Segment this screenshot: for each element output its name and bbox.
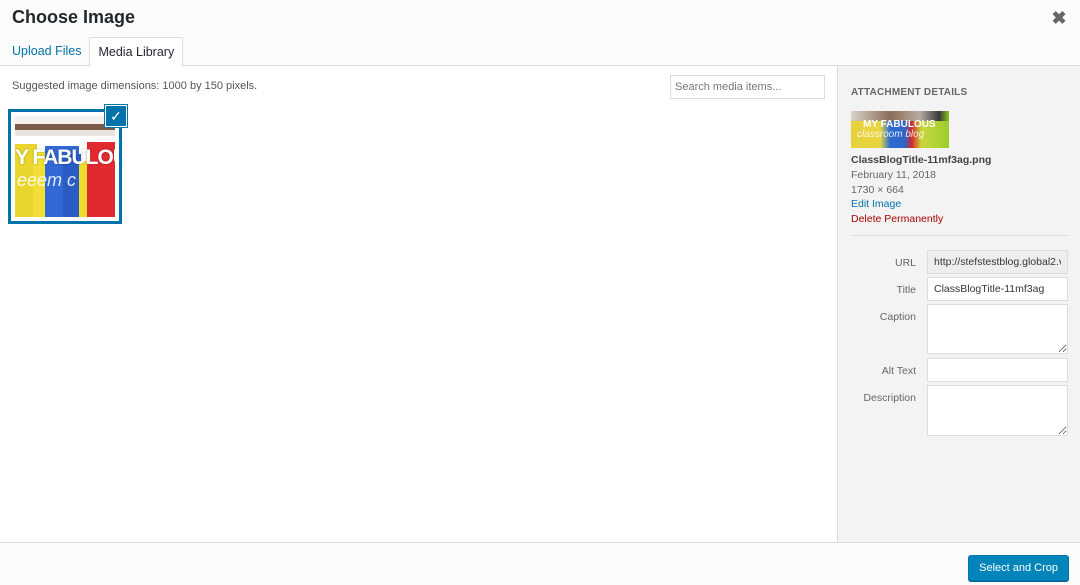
attachment-dimensions: 1730 × 664 [851,184,904,196]
thumbnail-subtext: eeem c [17,170,77,190]
attachment-thumbnail: MY FABULOUS classroom blog [851,111,949,148]
description-field[interactable] [927,385,1068,436]
search-media-input[interactable] [670,75,825,99]
attachment-details-sidebar: Attachment Details MY FABULOUS classroom… [838,66,1080,542]
alt-text-label: Alt Text [881,365,916,377]
attachment-details-heading: Attachment Details [851,87,968,98]
edit-image-link[interactable]: Edit Image [851,198,901,210]
url-label: URL [894,257,916,269]
divider [851,235,1068,236]
select-and-crop-button[interactable]: Select and Crop [968,555,1069,581]
tab-upload-files[interactable]: Upload Files [4,37,89,67]
modal-toolbar: Select and Crop [0,542,1080,585]
delete-permanently-link[interactable]: Delete Permanently [851,213,943,225]
modal-header: Choose Image ✖ Upload Files Media Librar… [0,0,1080,67]
caption-field[interactable] [927,304,1068,354]
caption-label: Caption [879,311,916,323]
checkmark-icon[interactable]: ✓ [105,105,127,127]
alt-text-field[interactable] [927,358,1068,382]
modal-tabs: Upload Files Media Library [4,37,184,67]
media-item[interactable]: Y FABULOU eeem c ✓ [8,105,127,224]
media-item-thumbnail: Y FABULOU eeem c [15,116,115,217]
choose-image-modal: Choose Image ✖ Upload Files Media Librar… [0,0,1080,585]
attachment-date: February 11, 2018 [851,169,937,181]
media-browser: Suggested image dimensions: 1000 by 150 … [0,66,838,542]
attachment-thumbnail-subtext: classroom blog [857,129,925,140]
suggested-dimensions: Suggested image dimensions: 1000 by 150 … [12,80,258,92]
title-field[interactable] [927,277,1068,301]
url-field[interactable] [927,250,1068,274]
attachment-filename: ClassBlogTitle-11mf3ag.png [851,154,992,166]
thumbnail-text: Y FABULOU [15,146,115,169]
description-label: Description [863,392,916,404]
title-label: Title [896,284,916,296]
modal-title: Choose Image [12,7,136,27]
close-icon[interactable]: ✖ [1050,9,1068,27]
tab-media-library[interactable]: Media Library [89,37,184,67]
